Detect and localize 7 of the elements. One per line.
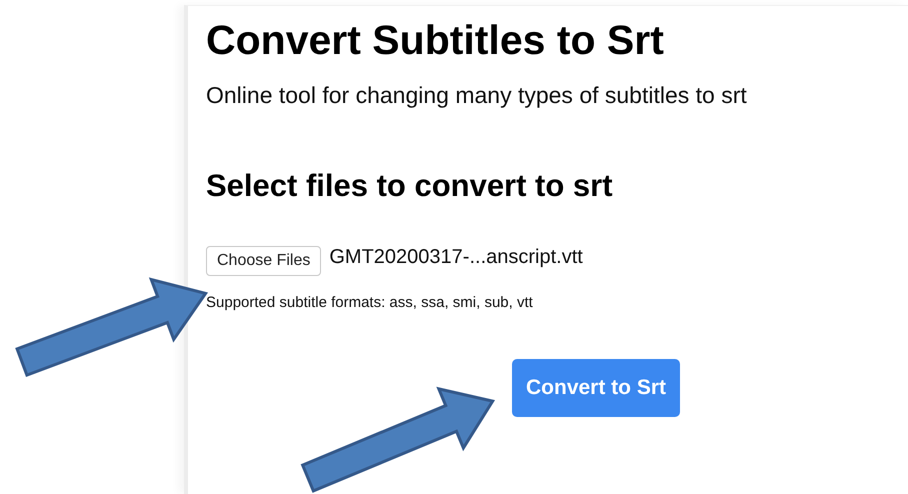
page-title: Convert Subtitles to Srt [206,16,665,65]
page-subtitle: Online tool for changing many types of subtitles to srt [206,81,748,110]
choose-files-button[interactable]: Choose Files [206,246,322,276]
supported-formats-text: Supported subtitle formats: ass, ssa, smi, sub, vtt [206,294,534,311]
section-heading: Select files to convert to srt [206,167,614,205]
file-name: GMT20200317-...anscript.vtt [329,246,583,268]
convert-button[interactable]: Convert to Srt [512,359,680,417]
